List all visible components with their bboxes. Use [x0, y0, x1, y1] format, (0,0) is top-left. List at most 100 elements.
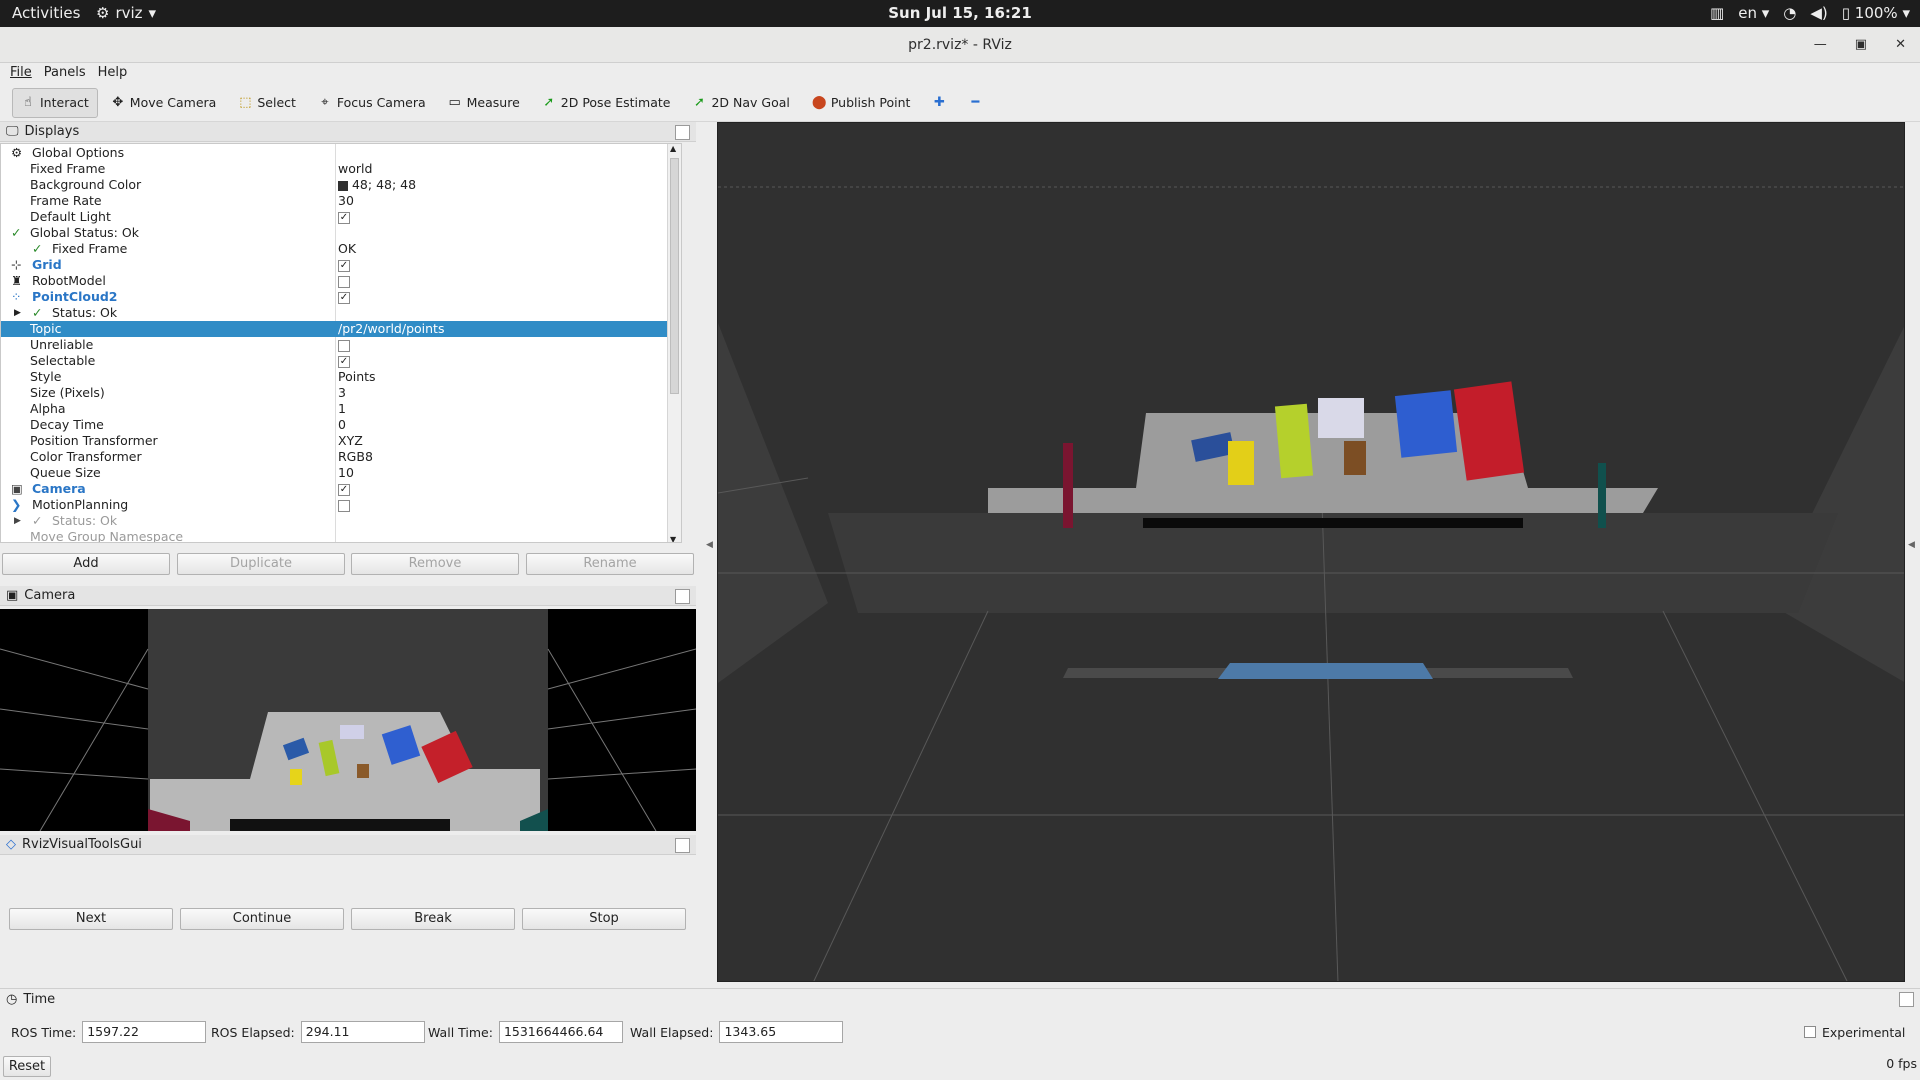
stop-button[interactable]: Stop	[522, 908, 686, 930]
topic-value[interactable]: /pr2/world/points	[338, 321, 444, 337]
panel-undock-button[interactable]	[675, 589, 690, 604]
battery-indicator[interactable]: ▯ 100% ▾	[1842, 4, 1910, 22]
next-button[interactable]: Next	[9, 908, 173, 930]
remove-button[interactable]: Remove	[351, 553, 519, 575]
panel-undock-button[interactable]	[675, 125, 690, 140]
tree-row[interactable]: Style Points	[1, 369, 681, 385]
tree-row[interactable]: Frame Rate 30	[1, 193, 681, 209]
tree-row-grid[interactable]: ⊹ Grid ✓	[1, 257, 681, 273]
measure-tool-button[interactable]: ▭ Measure	[439, 88, 529, 118]
tree-row-status[interactable]: ▶ ✓ Status: Ok	[1, 305, 681, 321]
camera-image-view[interactable]	[0, 609, 696, 831]
focus-camera-tool-button[interactable]: ⌖ Focus Camera	[309, 88, 435, 118]
tree-row[interactable]: Queue Size 10	[1, 465, 681, 481]
checkbox-robot-model[interactable]	[338, 273, 350, 289]
move-camera-tool-button[interactable]: ✥ Move Camera	[102, 88, 226, 118]
panel-undock-button[interactable]	[1899, 992, 1914, 1007]
checkmark-icon: ✓	[11, 225, 22, 240]
ros-elapsed-input[interactable]: 294.11	[300, 1021, 425, 1043]
row-label: Frame Rate	[30, 193, 102, 208]
language-indicator[interactable]: en ▾	[1738, 4, 1769, 22]
tree-row-status[interactable]: ▶ ✓ Status: Ok	[1, 513, 681, 529]
collapse-right-dock-icon[interactable]: ◀	[1908, 540, 1915, 550]
rename-button[interactable]: Rename	[526, 553, 694, 575]
tree-row[interactable]: Size (Pixels) 3	[1, 385, 681, 401]
tree-row[interactable]: Selectable ✓	[1, 353, 681, 369]
checkbox-motion-planning[interactable]	[338, 497, 350, 513]
checkbox-selectable[interactable]: ✓	[338, 353, 350, 369]
row-value: Points	[338, 369, 376, 384]
menu-panels[interactable]: Panels	[38, 63, 92, 84]
checkbox-pointcloud2[interactable]: ✓	[338, 289, 350, 305]
menu-help[interactable]: Help	[92, 63, 134, 84]
3d-render-viewport[interactable]	[717, 122, 1905, 982]
duplicate-button[interactable]: Duplicate	[177, 553, 345, 575]
expand-arrow-icon[interactable]: ▶	[14, 305, 21, 321]
scroll-down-icon[interactable]: ▼	[670, 535, 676, 542]
minimize-icon[interactable]: —	[1814, 27, 1827, 63]
scroll-up-icon[interactable]: ▲	[670, 144, 676, 153]
motion-planning-icon: ❯	[11, 497, 22, 512]
collapse-left-dock-icon[interactable]: ◀	[706, 540, 713, 550]
displays-title: Displays	[24, 124, 80, 139]
activities-button[interactable]: Activities	[12, 4, 80, 22]
tree-row[interactable]: Move Group Namespace	[1, 529, 681, 542]
tree-row-motion-planning[interactable]: ❯ MotionPlanning	[1, 497, 681, 513]
tree-row[interactable]: ✓ Fixed Frame OK	[1, 241, 681, 257]
add-tool-button[interactable]: ✚	[923, 88, 955, 118]
experimental-checkbox[interactable]	[1804, 1026, 1816, 1038]
scrollbar-thumb[interactable]	[670, 158, 679, 394]
wall-elapsed-input[interactable]: 1343.65	[719, 1021, 844, 1043]
tree-row[interactable]: Fixed Frame world	[1, 161, 681, 177]
panel-undock-button[interactable]	[675, 838, 690, 853]
close-icon[interactable]: ✕	[1895, 27, 1906, 63]
minus-icon: ━	[971, 95, 980, 110]
continue-button[interactable]: Continue	[180, 908, 344, 930]
tree-row[interactable]: Color Transformer RGB8	[1, 449, 681, 465]
tree-row-topic-selected[interactable]: Topic/pr2/world/points	[1, 321, 681, 337]
checkbox-grid[interactable]: ✓	[338, 257, 350, 273]
checkbox-default-light[interactable]: ✓	[338, 209, 350, 225]
displays-scrollbar[interactable]: ▲ ▼	[667, 144, 681, 542]
move-camera-icon: ✥	[112, 95, 124, 110]
maximize-icon[interactable]: ▣	[1855, 27, 1867, 63]
experimental-toggle[interactable]: Experimental	[1804, 1021, 1905, 1043]
expand-arrow-icon[interactable]: ▶	[14, 513, 21, 529]
tree-row[interactable]: Alpha 1	[1, 401, 681, 417]
break-button[interactable]: Break	[351, 908, 515, 930]
tree-row-global-status[interactable]: ✓ Global Status: Ok	[1, 225, 681, 241]
add-button[interactable]: Add	[2, 553, 170, 575]
pose-estimate-tool-button[interactable]: ➚ 2D Pose Estimate	[533, 88, 680, 118]
tree-row[interactable]: Default Light ✓	[1, 209, 681, 225]
ros-time-input[interactable]: 1597.22	[82, 1021, 207, 1043]
checkbox-unreliable[interactable]	[338, 337, 350, 353]
wall-time-input[interactable]: 1531664466.64	[498, 1021, 623, 1043]
publish-point-tool-button[interactable]: ⬤ Publish Point	[803, 88, 920, 118]
row-label: Queue Size	[30, 465, 101, 480]
tree-row[interactable]: Unreliable	[1, 337, 681, 353]
system-tray[interactable]: ▥ en ▾ ◔ ◀) ▯ 100% ▾	[1710, 4, 1910, 22]
hand-pointer-icon: ☝	[24, 95, 32, 110]
tree-row-pointcloud2[interactable]: ⁘ PointCloud2 ✓	[1, 289, 681, 305]
right-post-marker	[1598, 463, 1606, 528]
menu-file[interactable]: File	[4, 63, 38, 84]
checkbox-camera[interactable]: ✓	[338, 481, 350, 497]
workspace-icon: ▥	[1710, 4, 1725, 22]
tree-row[interactable]: Background Color 48; 48; 48	[1, 177, 681, 193]
select-tool-button[interactable]: ⬚ Select	[229, 88, 305, 118]
clock[interactable]: Sun Jul 15, 16:21	[0, 4, 1920, 22]
move-camera-label: Move Camera	[129, 95, 217, 110]
window-titlebar: pr2.rviz* - RViz — ▣ ✕	[0, 27, 1920, 63]
tree-row[interactable]: Position Transformer XYZ	[1, 433, 681, 449]
volume-icon: ◀)	[1810, 4, 1828, 22]
interact-tool-button[interactable]: ☝ Interact	[12, 87, 98, 118]
tree-row-robot-model[interactable]: ♜ RobotModel	[1, 273, 681, 289]
reset-button[interactable]: Reset	[3, 1056, 51, 1077]
tree-row[interactable]: Decay Time 0	[1, 417, 681, 433]
nav-goal-tool-button[interactable]: ➚ 2D Nav Goal	[683, 88, 798, 118]
tree-row-camera[interactable]: ▣ Camera ✓	[1, 481, 681, 497]
tree-row-global-options[interactable]: ⚙ Global Options	[1, 145, 681, 161]
wifi-icon: ◔	[1783, 4, 1797, 22]
app-menu[interactable]: ⚙ rviz ▾	[96, 4, 156, 22]
remove-tool-button[interactable]: ━	[959, 88, 991, 118]
